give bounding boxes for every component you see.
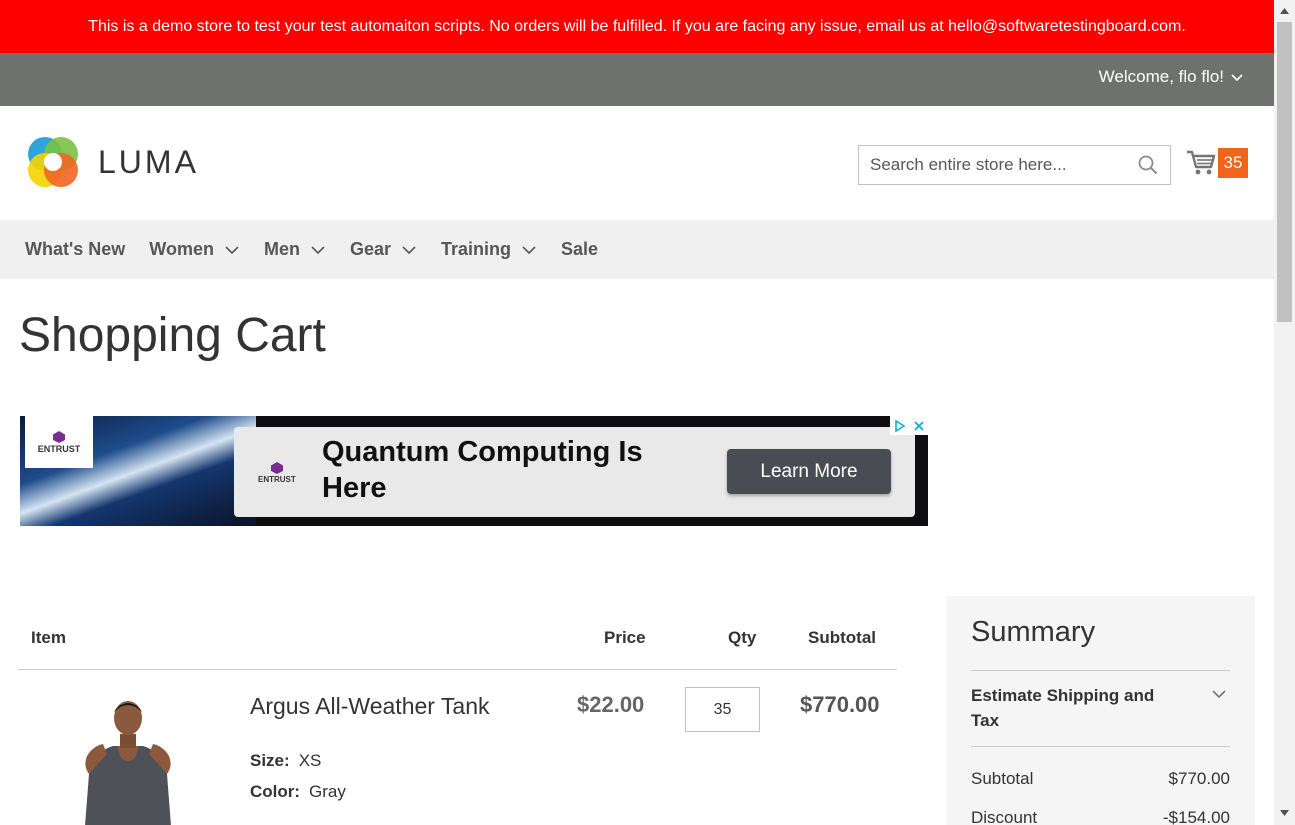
logo-text: LUMA xyxy=(98,143,199,180)
ad-brand-name: ENTRUST xyxy=(37,444,81,454)
welcome-message: Welcome, flo flo! xyxy=(1098,67,1224,86)
nav-item-label: What's New xyxy=(25,239,126,259)
product-option-size: Size: XS xyxy=(250,751,321,771)
product-image[interactable] xyxy=(73,696,183,825)
chevron-down-icon xyxy=(402,245,416,254)
item-price: $22.00 xyxy=(577,692,645,717)
demo-notice-text: This is a demo store to test your test a… xyxy=(88,17,1186,35)
nav-item-label: Sale xyxy=(561,239,599,259)
nav-item-label: Training xyxy=(441,239,512,259)
chevron-down-icon xyxy=(311,245,325,254)
option-value: Gray xyxy=(309,782,346,801)
column-header-subtotal: Subtotal xyxy=(808,628,876,647)
divider xyxy=(971,670,1230,671)
search-icon[interactable] xyxy=(1137,154,1159,176)
scroll-down-arrow-icon[interactable] xyxy=(1279,808,1290,818)
product-photo xyxy=(73,696,183,825)
estimate-shipping-toggle[interactable]: Estimate Shipping and Tax xyxy=(971,683,1230,733)
page-scrollbar[interactable] xyxy=(1274,0,1295,825)
close-icon[interactable] xyxy=(913,420,925,432)
learn-more-button[interactable]: Learn More xyxy=(727,449,891,494)
qty-input[interactable] xyxy=(685,687,760,732)
product-name-link[interactable]: Argus All-Weather Tank xyxy=(250,693,490,720)
summary-label: Discount xyxy=(971,808,1038,825)
summary-value: -$154.00 xyxy=(1162,808,1230,825)
ad-choices[interactable] xyxy=(890,416,928,435)
entrust-logo-icon xyxy=(53,431,65,443)
ad-card-brand-name: ENTRUST xyxy=(258,475,296,484)
column-header-item: Item xyxy=(31,628,66,647)
luma-logo-icon xyxy=(28,137,78,187)
entrust-logo-icon xyxy=(270,462,283,474)
nav-item-women[interactable]: Women xyxy=(149,239,240,260)
search-box xyxy=(858,145,1171,185)
scrollbar-thumb[interactable] xyxy=(1277,22,1292,322)
page-title: Shopping Cart xyxy=(19,309,326,362)
column-header-price: Price xyxy=(604,628,646,647)
scroll-up-arrow-icon[interactable] xyxy=(1279,6,1290,16)
shopping-cart-icon xyxy=(1187,150,1216,175)
nav-item-label: Gear xyxy=(349,239,391,259)
ad-image: ENTRUST xyxy=(20,416,256,526)
top-panel: Welcome, flo flo! xyxy=(0,53,1274,106)
chevron-down-icon xyxy=(225,245,239,254)
ad-card: ENTRUST Quantum Computing Is Here Learn … xyxy=(234,427,915,517)
site-header: LUMA 35 xyxy=(0,106,1274,220)
ad-card-logo: ENTRUST xyxy=(258,461,296,484)
summary-row-subtotal: Subtotal $770.00 xyxy=(971,769,1230,789)
ad-headline: Quantum Computing Is Here xyxy=(322,436,643,504)
luma-logo[interactable]: LUMA xyxy=(26,134,199,190)
product-option-color: Color: Gray xyxy=(250,782,346,802)
chevron-down-icon xyxy=(522,245,536,254)
divider xyxy=(971,746,1230,747)
item-subtotal: $770.00 xyxy=(800,692,880,717)
option-label: Color: xyxy=(250,782,301,801)
divider xyxy=(18,669,897,670)
search-input[interactable] xyxy=(870,155,1137,175)
summary-label: Subtotal xyxy=(971,769,1034,788)
nav-item-men[interactable]: Men xyxy=(264,239,326,260)
nav-item-gear[interactable]: Gear xyxy=(350,239,417,260)
estimate-shipping-label: Estimate Shipping and Tax xyxy=(971,686,1155,730)
chevron-down-icon xyxy=(1231,74,1243,82)
minicart-button[interactable]: 35 xyxy=(1186,148,1248,178)
summary-title: Summary xyxy=(971,616,1096,648)
demo-notice-bar: This is a demo store to test your test a… xyxy=(0,0,1274,53)
adchoices-icon[interactable] xyxy=(893,419,907,433)
nav-item-label: Men xyxy=(263,239,300,259)
summary-row-discount: Discount -$154.00 xyxy=(971,808,1230,825)
summary-value: $770.00 xyxy=(1168,769,1230,788)
cart-summary: Summary Estimate Shipping and Tax Subtot… xyxy=(946,596,1255,825)
nav-item-whats-new[interactable]: What's New xyxy=(25,239,125,260)
nav-item-training[interactable]: Training xyxy=(441,239,537,260)
nav-item-sale[interactable]: Sale xyxy=(561,239,598,260)
cart-count-badge: 35 xyxy=(1218,148,1248,178)
option-label: Size: xyxy=(250,751,290,770)
option-value: XS xyxy=(298,751,322,770)
ad-banner[interactable]: ENTRUST ENTRUST Quantum Computing Is Her… xyxy=(20,416,928,526)
main-navigation: What's New Women Men Gear Training Sale xyxy=(0,220,1274,279)
customer-welcome-menu[interactable]: Welcome, flo flo! xyxy=(1099,67,1244,87)
chevron-down-icon xyxy=(1212,690,1226,699)
nav-item-label: Women xyxy=(149,239,214,259)
ad-brand-logo: ENTRUST xyxy=(25,416,93,468)
column-header-qty: Qty xyxy=(728,628,757,647)
